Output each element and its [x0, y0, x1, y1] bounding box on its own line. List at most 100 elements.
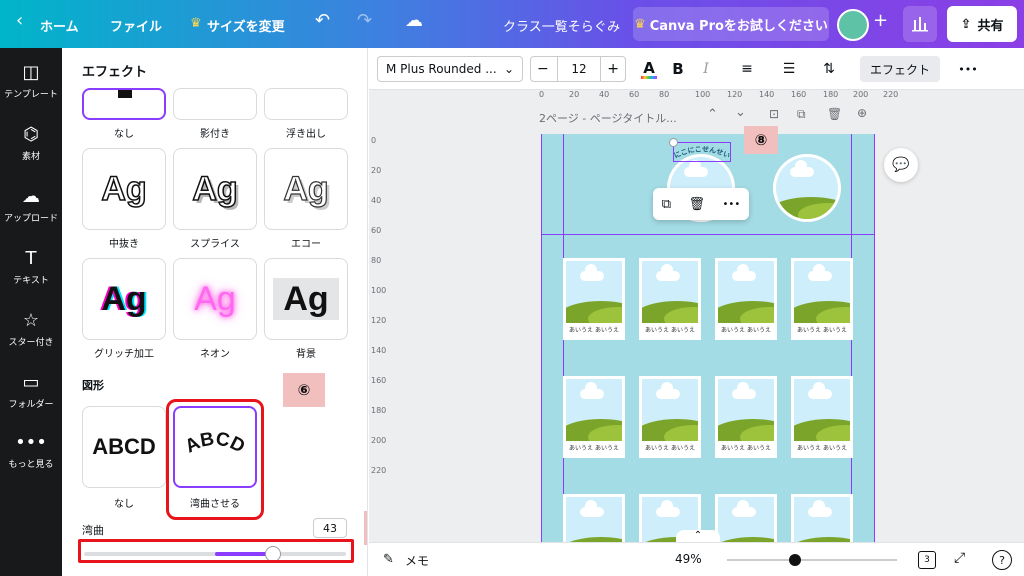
more-options-button[interactable]: ••• [955, 56, 981, 82]
photo-card[interactable]: あいうえ あいうえ [715, 376, 777, 458]
page-title-label[interactable]: 2ページ - ページタイトル... [539, 110, 677, 126]
guide-line [541, 234, 875, 235]
italic-button[interactable]: I [695, 56, 717, 82]
font-family-select[interactable]: M Plus Rounded ... ⌄ [377, 56, 523, 82]
line-spacing-icon[interactable]: ⇅ [817, 56, 841, 82]
add-collaborator-icon[interactable]: + [873, 10, 888, 31]
bold-button[interactable]: B [667, 56, 689, 82]
selected-curved-text[interactable]: にこにこせんせい [673, 142, 731, 162]
effect-card-neon[interactable]: Ag [173, 258, 257, 340]
canvas-area: 0 20 40 60 80 100 120 140 160 180 200 22… [369, 90, 1024, 542]
photo-card[interactable]: あいうえ あいうえ [563, 494, 625, 542]
align-center-icon[interactable]: ≡ [735, 56, 759, 82]
more-icon[interactable]: ••• [723, 199, 741, 210]
ruler-left: 0 20 40 60 80 100 120 140 160 180 200 22… [371, 136, 387, 475]
photo-card[interactable]: あいうえ あいうえ [791, 258, 853, 340]
ruler-top: 0 20 40 60 80 100 120 140 160 180 200 22… [539, 90, 899, 99]
effect-card-shadow[interactable] [173, 88, 257, 120]
lock-icon[interactable]: ⊡ [769, 107, 779, 121]
rail-item-uploads[interactable]: ☁ アップロード [0, 186, 62, 224]
document-title[interactable]: クラス一覧そらぐみ [503, 16, 620, 35]
effect-label: ネオン [200, 349, 230, 360]
photo-caption: あいうえ あいうえ [797, 327, 847, 334]
cloud-save-icon[interactable]: ☁ [405, 10, 423, 31]
photo-card[interactable]: あいうえ あいうえ [715, 494, 777, 542]
effect-card-splice[interactable]: Ag [173, 148, 257, 230]
notes-button[interactable]: メモ [405, 552, 429, 569]
effect-label: エコー [291, 239, 321, 250]
rail-item-text[interactable]: T テキスト [0, 248, 62, 286]
chevron-down-icon[interactable]: ⌄ [735, 105, 746, 120]
photo-card[interactable]: あいうえ あいうえ [563, 376, 625, 458]
home-button[interactable]: ホーム [40, 16, 79, 35]
photo-card[interactable]: あいうえ あいうえ [639, 258, 701, 340]
rail-item-folders[interactable]: ▭ フォルダー [0, 372, 62, 410]
file-menu[interactable]: ファイル [110, 16, 162, 35]
photo-caption: あいうえ あいうえ [721, 327, 771, 334]
shape-label: なし [114, 499, 134, 510]
circle-photo-frame[interactable] [773, 154, 841, 222]
trash-icon[interactable]: 🗑 [689, 197, 706, 212]
try-pro-button[interactable]: ♛ Canva Proをお試しください [633, 7, 829, 41]
add-comment-button[interactable]: 💬 [884, 148, 918, 182]
font-size-input[interactable]: 12 [557, 56, 601, 82]
folder-icon: ▭ [22, 372, 40, 393]
effects-button[interactable]: エフェクト [860, 56, 940, 82]
cloud-image [656, 382, 680, 399]
share-button[interactable]: ⇪ 共有 [947, 6, 1017, 42]
fullscreen-icon[interactable]: ⤢ [954, 550, 965, 566]
rail-item-starred[interactable]: ☆ スター付き [0, 310, 62, 348]
increase-size-button[interactable]: + [607, 61, 619, 77]
help-icon[interactable]: ? [992, 550, 1012, 570]
redo-icon[interactable]: ↷ [357, 10, 372, 31]
duplicate-page-icon[interactable]: ⧉ [797, 107, 806, 122]
notes-icon[interactable]: ✎ [383, 552, 394, 567]
photo-card[interactable]: あいうえ あいうえ [639, 376, 701, 458]
shape-card-none[interactable]: ABCD [82, 406, 166, 488]
photo-caption: あいうえ あいうえ [645, 327, 695, 334]
page-count-button[interactable]: 3 [918, 551, 936, 569]
rail-item-more[interactable]: ••• もっと見る [0, 432, 62, 470]
resize-button[interactable]: サイズを変更 [207, 16, 285, 35]
effect-card-none[interactable] [82, 88, 166, 120]
zoom-slider-track[interactable] [727, 554, 897, 566]
annotation-badge-6: ⑥ [283, 373, 325, 407]
insights-button[interactable] [903, 6, 937, 42]
bar-chart-icon [912, 17, 928, 32]
show-pages-toggle[interactable]: ⌃ [676, 530, 720, 542]
duplicate-icon[interactable]: ⧉ [662, 197, 671, 212]
annotation-badge-8: ⑧ [744, 126, 778, 154]
photo-card[interactable]: あいうえ あいうえ [563, 258, 625, 340]
effect-card-lift[interactable] [264, 88, 348, 120]
effect-card-hollow[interactable]: Ag [82, 148, 166, 230]
list-icon[interactable]: ☰ [777, 56, 801, 82]
add-page-icon[interactable]: ⊕ [857, 106, 867, 120]
photo-card[interactable]: あいうえ あいうえ [791, 376, 853, 458]
zoom-slider-thumb[interactable] [789, 554, 801, 566]
back-chevron-icon[interactable]: ‹ [16, 10, 23, 31]
text-icon: T [25, 248, 37, 269]
annotation-badge-7: ⑦ [364, 511, 367, 545]
photo-card[interactable]: あいうえ あいうえ [715, 258, 777, 340]
photo-placeholder [642, 379, 698, 441]
effect-card-echo[interactable]: Ag [264, 148, 348, 230]
effect-card-glitch[interactable]: Ag [82, 258, 166, 340]
cloud-image [656, 500, 680, 517]
text-color-button[interactable]: A [637, 56, 661, 82]
rail-item-templates[interactable]: ◫ テンプレート [0, 62, 62, 100]
zoom-value[interactable]: 49% [675, 552, 702, 566]
rail-item-elements[interactable]: ⌬ 素材 [0, 124, 62, 162]
design-page[interactable]: にこにこせんせい ⑧ ⧉ 🗑 ••• あいうえ あいうえあいうえ あいうえあいう… [541, 126, 875, 542]
photo-placeholder [566, 261, 622, 323]
delete-page-icon[interactable]: 🗑 [827, 107, 842, 121]
curve-value-input[interactable]: 43 [313, 518, 347, 538]
photo-card[interactable]: あいうえ あいうえ [791, 494, 853, 542]
resize-handle[interactable] [669, 138, 678, 147]
undo-icon[interactable]: ↶ [315, 10, 330, 31]
font-size-stepper[interactable]: − 12 + [530, 56, 626, 82]
effect-card-background[interactable]: Ag [264, 258, 348, 340]
decrease-size-button[interactable]: − [537, 61, 549, 77]
effect-sample: Ag [283, 279, 329, 318]
user-avatar[interactable] [837, 9, 869, 41]
chevron-up-icon[interactable]: ⌃ [707, 107, 718, 122]
